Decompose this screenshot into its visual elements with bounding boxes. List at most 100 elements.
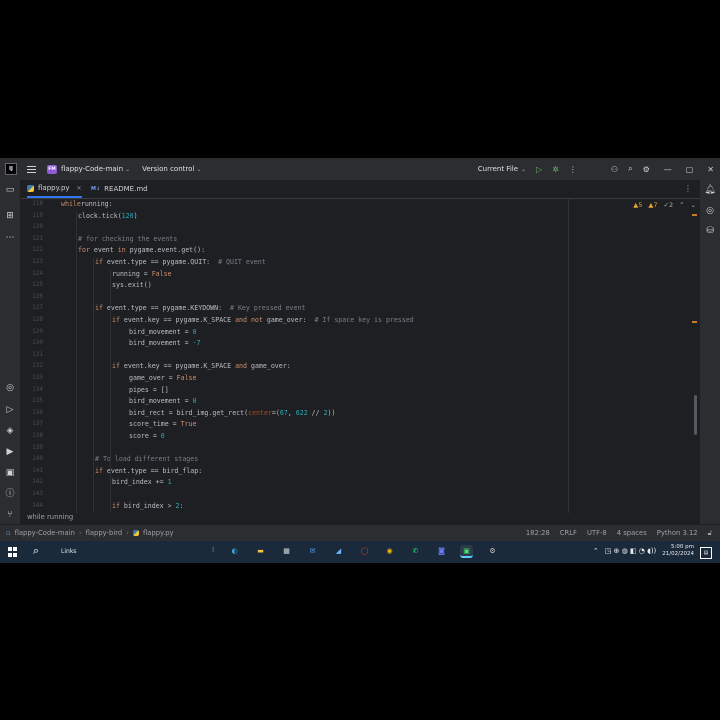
minimize-icon[interactable]: — [664,165,672,174]
code-line[interactable]: if event.key == pygame.K_SPACE and game_… [112,362,291,370]
links-toolbar-label[interactable]: Links [61,548,76,555]
mail-icon[interactable]: ✉ [306,545,319,558]
line-number[interactable]: 141 [21,467,43,474]
structure-icon[interactable]: ⊞ [4,210,16,222]
code-editor[interactable]: 118 119 120 121 122 123 124 125 126 127 128 129 130 1… [21,199,700,513]
line-number[interactable]: 126 [21,293,43,300]
layers-icon[interactable]: ◈ [4,425,16,437]
python-interpreter[interactable]: Python 3.12 [657,529,698,538]
terminal-icon[interactable]: ▣ [4,467,16,479]
code-line[interactable]: if event.type == pygame.QUIT: # QUIT eve… [95,258,266,266]
windows-start-icon[interactable] [8,547,18,557]
services-icon[interactable]: ▶ [4,446,16,458]
line-number[interactable]: 119 [21,212,43,219]
project-selector[interactable]: flappy-Code-main [61,165,123,173]
version-control-menu[interactable]: Version control [142,165,194,173]
tray-icons[interactable]: ◳ ⊕ ◍ ◧ ◔ ◖)) [605,547,657,555]
debug-icon[interactable]: ✲ [552,165,559,174]
close-icon[interactable]: ✕ [707,165,714,174]
line-number[interactable]: 124 [21,270,43,277]
code-line[interactable]: if event.key == pygame.K_SPACE and not g… [112,316,414,324]
code-line[interactable]: game_over = False [129,374,197,382]
line-number[interactable]: 129 [21,328,43,335]
lock-icon[interactable]: 🔓︎ [708,529,712,538]
close-icon[interactable]: ✕ [77,185,82,192]
add-user-icon[interactable]: ⚇ [611,165,618,174]
ai-assistant-icon[interactable]: ◎ [704,205,716,217]
line-separator[interactable]: CRLF [560,529,577,538]
git-icon[interactable]: ⑂ [4,509,16,521]
line-number[interactable]: 127 [21,304,43,311]
line-number[interactable]: 143 [21,490,43,497]
code-line[interactable]: bird_movement = 0 [129,328,197,336]
chevron-up-icon[interactable]: ⌃ [679,201,684,209]
notification-center-icon[interactable]: ▤ [700,547,712,559]
code-line[interactable]: running = False [112,270,172,278]
line-number[interactable]: 140 [21,455,43,462]
code-line[interactable]: # for checking the events [78,235,177,243]
code-line[interactable]: bird_rect = bird_img.get_rect(center=(67… [129,409,336,417]
line-number[interactable]: 130 [21,339,43,346]
line-number[interactable]: 125 [21,281,43,288]
line-number[interactable]: 142 [21,478,43,485]
warning-marker[interactable] [692,214,697,216]
search-icon[interactable]: ⌕ [628,164,632,174]
code-line[interactable]: bird_movement = -7 [129,339,200,347]
notifications-icon[interactable]: 🔔︎ [704,184,716,196]
crumb-folder[interactable]: flappy-bird [86,529,123,537]
code-line[interactable]: score = 0 [129,432,165,440]
code-line[interactable]: bird_movement = 0 [129,397,197,405]
gear-icon[interactable]: ⚙ [643,165,650,174]
line-number[interactable]: 133 [21,374,43,381]
vertical-scrollbar[interactable] [694,395,697,435]
run-icon[interactable]: ▷ [4,404,16,416]
chevron-down-icon[interactable]: ⌄ [691,201,696,209]
folder-icon[interactable]: ▭ [4,184,16,196]
inspection-widget[interactable]: ▲5 ▲7 ✓2 ⌃ ⌄ [633,201,696,209]
python-packages-icon[interactable]: ◎ [4,382,16,394]
discord-icon[interactable]: ◙ [435,545,448,558]
indent-setting[interactable]: 4 spaces [617,529,647,538]
calendar-icon[interactable]: ▦ [280,545,293,558]
line-number[interactable]: 134 [21,386,43,393]
crumb-file[interactable]: flappy.py [143,529,174,537]
warning-marker[interactable] [692,321,697,323]
more-icon[interactable]: ⋮ [569,165,577,174]
database-icon[interactable]: ⛁ [704,225,716,237]
clock[interactable]: 5:00 pm 21/02/2024 [662,544,694,558]
line-number[interactable]: 139 [21,444,43,451]
pycharm-taskbar-icon[interactable]: ▣ [460,545,473,558]
opera-icon[interactable]: ◯ [358,545,371,558]
line-number[interactable]: 144 [21,502,43,509]
line-number[interactable]: 120 [21,223,43,230]
file-explorer-icon[interactable]: ▬ [254,545,267,558]
chrome-icon[interactable]: ◉ [383,545,396,558]
edge-icon[interactable]: ◐ [228,545,241,558]
settings-app-icon[interactable]: ⚙ [486,545,499,558]
line-number[interactable]: 121 [21,235,43,242]
code-line[interactable]: if event.type == pygame.KEYDOWN: # Key p… [95,304,305,312]
more-icon[interactable]: ⋮ [684,184,692,193]
problems-icon[interactable]: ⓘ [4,488,16,500]
line-number[interactable]: 123 [21,258,43,265]
run-config-selector[interactable]: Current File [478,165,518,173]
code-line[interactable]: whilerunning: [61,200,113,208]
run-icon[interactable]: ▷ [536,165,542,174]
caret-position[interactable]: 182:28 [526,529,550,538]
code-line[interactable]: score_time = True [129,420,197,428]
line-number[interactable]: 122 [21,246,43,253]
code-line[interactable]: if bird_index > 2: [112,502,184,510]
code-line[interactable]: bird_index += 1 [112,478,172,486]
project-badge[interactable]: FM [47,164,57,174]
chevron-up-icon[interactable]: ⌃ [593,547,599,555]
whatsapp-icon[interactable]: ✆ [409,545,422,558]
code-line[interactable]: clock.tick(120) [78,212,138,220]
tab-flappy-py[interactable]: flappy.py ✕ [27,180,82,198]
maximize-icon[interactable]: ▢ [686,165,694,174]
code-line[interactable]: for event in pygame.event.get(): [78,246,205,254]
line-number[interactable]: 136 [21,409,43,416]
line-number[interactable]: 128 [21,316,43,323]
file-encoding[interactable]: UTF-8 [587,529,607,538]
tab-readme-md[interactable]: M↓ README.md [91,180,148,198]
store-icon[interactable]: ◢ [332,545,345,558]
